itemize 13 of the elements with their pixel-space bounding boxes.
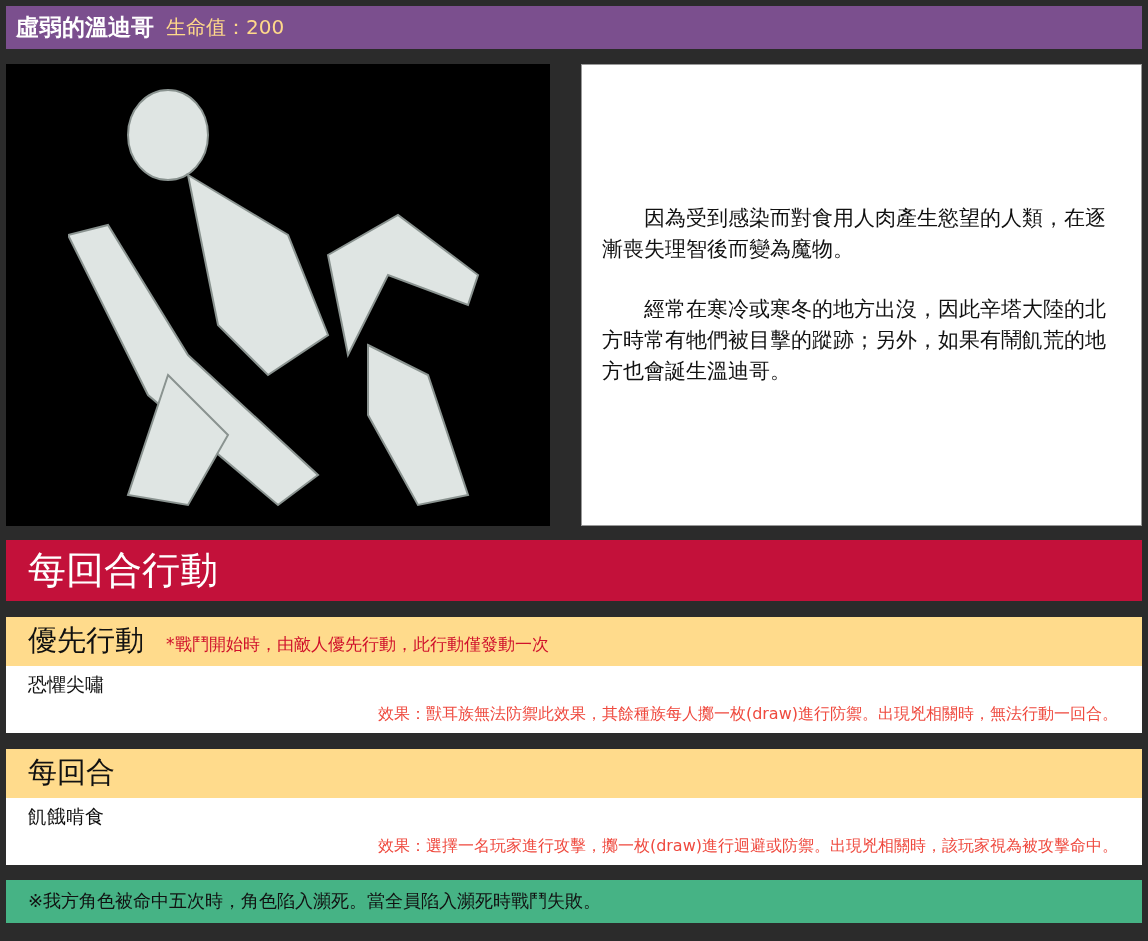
action-name: 恐懼尖嘯 <box>27 671 105 697</box>
description-paragraph: 因為受到感染而對食用人肉產生慾望的人類，在逐漸喪失理智後而變為魔物。 <box>602 205 1107 263</box>
footer-note: ※我方角色被命中五次時，角色陷入瀕死。當全員陷入瀕死時戰鬥失敗。 <box>28 889 602 914</box>
action-effect: 效果：獸耳族無法防禦此效果，其餘種族每人擲一枚(draw)進行防禦。出現兇相關時，無法行動一回合。 <box>376 702 1119 725</box>
action-note: *戰鬥開始時，由敵人優先行動，此行動僅發動一次 <box>166 632 549 656</box>
action-title: 優先行動 <box>28 622 144 660</box>
action-effect: 效果：選擇一名玩家進行攻擊，擲一枚(draw)進行迴避或防禦。出現兇相關時，該玩家視為被攻擊命中。 <box>376 834 1119 857</box>
description-paragraph: 經常在寒冷或寒冬的地方出沒，因此辛塔大陸的北方時常有牠們被目擊的蹤跡；另外，如果有鬧飢荒的地方也會誕生溫迪哥。 <box>602 296 1107 385</box>
hp-label: 生命值：200 <box>166 14 285 42</box>
monster-name: 虛弱的溫迪哥 <box>16 13 154 43</box>
action-title: 每回合 <box>28 754 115 792</box>
section-title: 每回合行動 <box>28 546 218 594</box>
action-name: 飢餓啃食 <box>27 803 105 829</box>
